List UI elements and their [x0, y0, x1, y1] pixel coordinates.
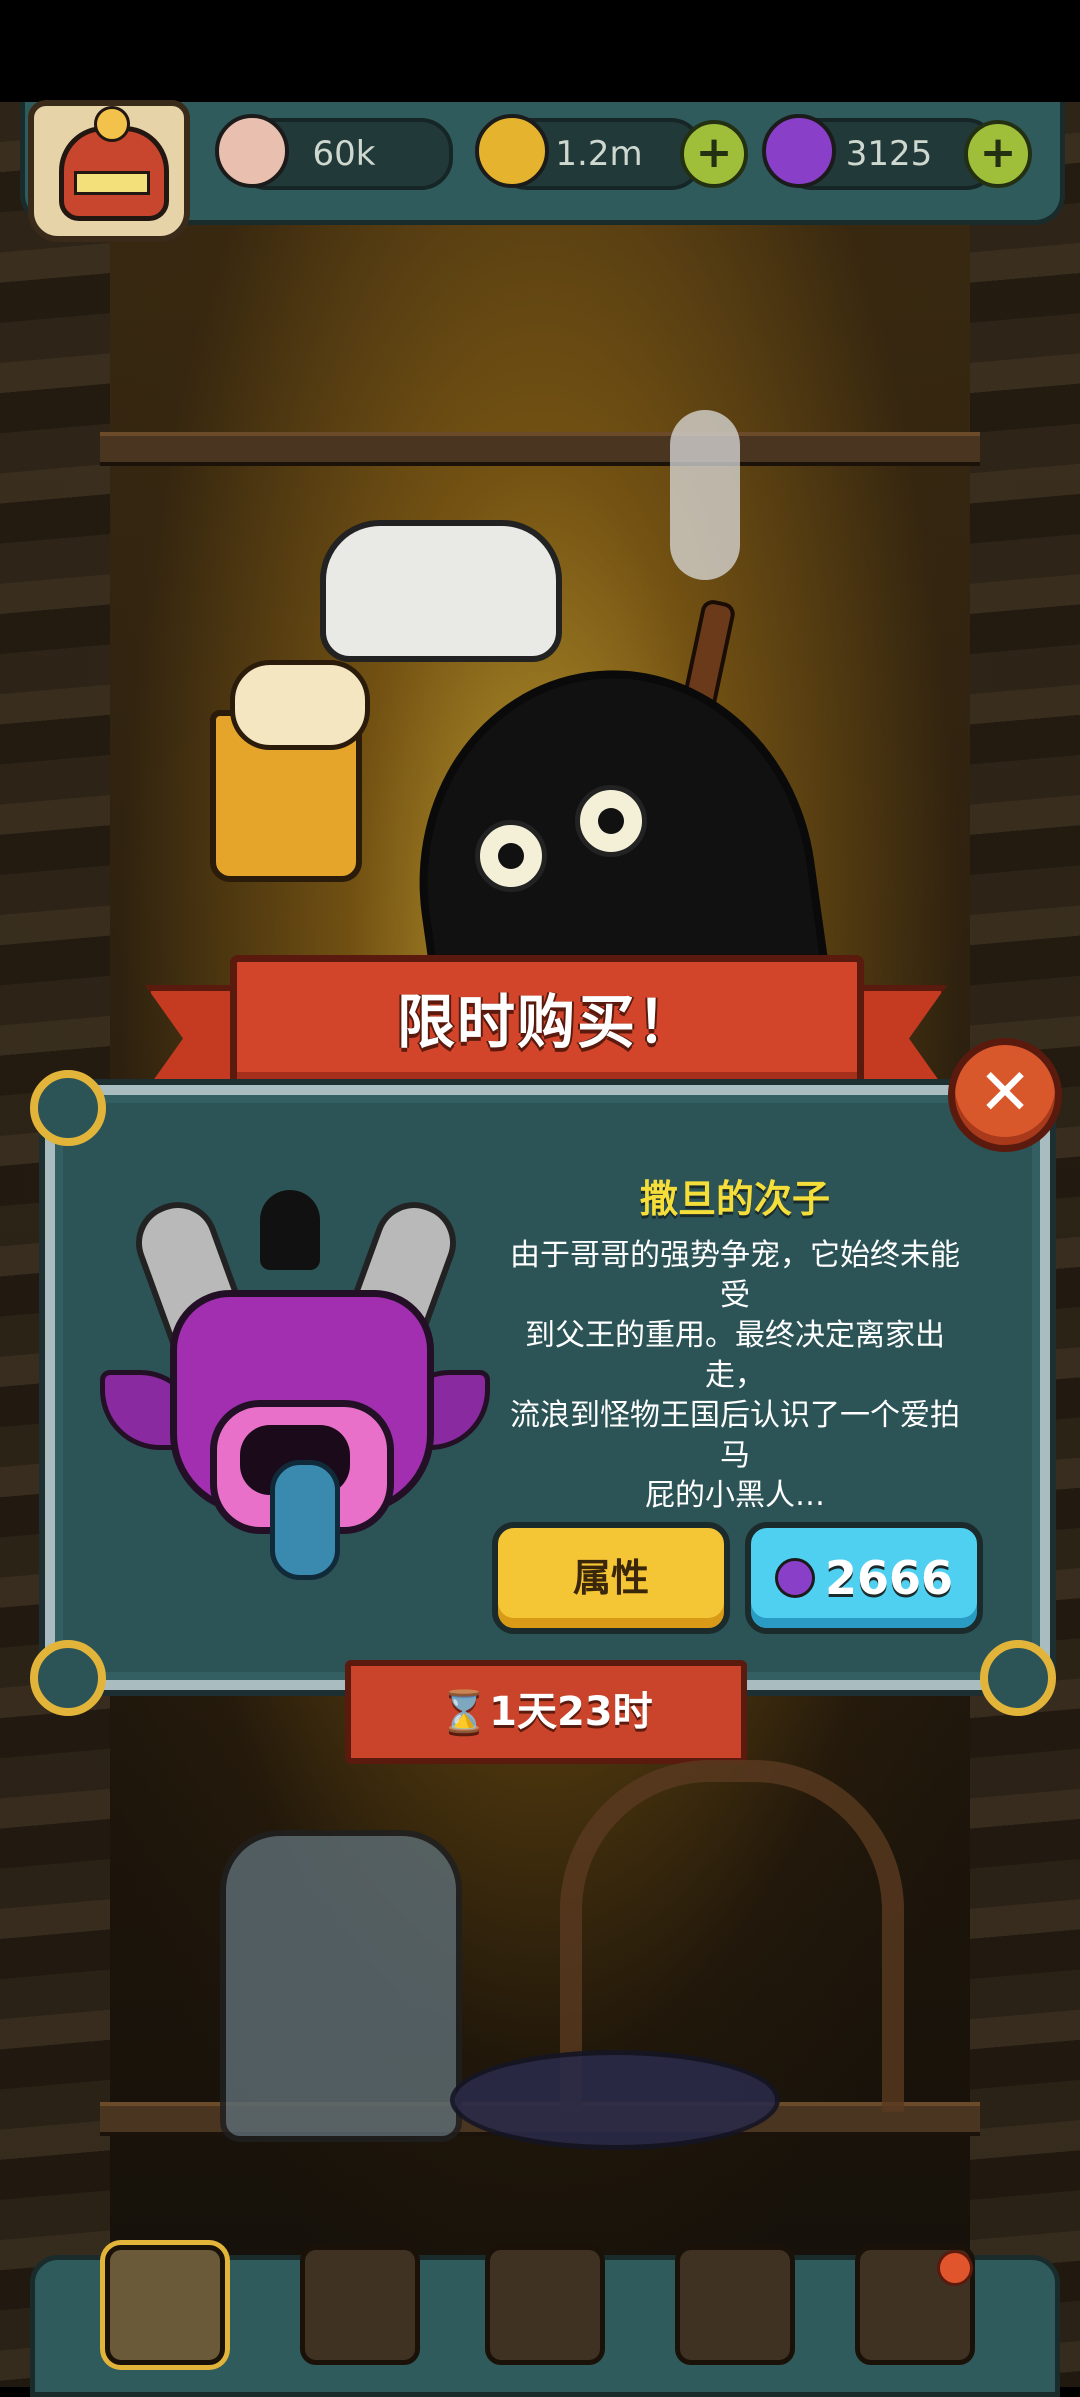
avatar-badge-icon [94, 106, 130, 142]
eye-icon [475, 820, 547, 892]
pet-description: 由于哥哥的强势争宠，它始终未能受 到父王的重用。最终决定离家出走， 流浪到怪物王… [510, 1238, 960, 1513]
chef-blob-illustration [190, 410, 845, 1132]
add-coin-button[interactable]: + [680, 120, 748, 188]
pet-tongue [270, 1460, 340, 1580]
panel-corner-ornament [30, 1070, 106, 1146]
eye-icon [575, 785, 647, 857]
notification-dot [937, 2250, 973, 2286]
panel-corner-ornament [30, 1640, 106, 1716]
panel-corner-ornament [980, 1640, 1056, 1716]
nav-book[interactable] [475, 2235, 605, 2365]
coin-icon [475, 114, 549, 188]
magic-rug [450, 2050, 780, 2150]
castle-icon [105, 2245, 225, 2365]
pet-portrait [100, 1180, 490, 1580]
add-potion-button[interactable]: + [964, 120, 1032, 188]
avatar-teeth [74, 171, 150, 195]
nav-castle[interactable] [95, 2235, 225, 2365]
offer-banner: 限时购买！ [230, 955, 864, 1089]
close-button[interactable]: ✕ [948, 1038, 1062, 1152]
nav-shop[interactable] [665, 2235, 795, 2365]
smoke-icon [670, 410, 740, 580]
gargoyle-statue [220, 1830, 462, 2142]
book-icon [485, 2245, 605, 2365]
floor-beam [100, 432, 980, 466]
buy-button[interactable]: 2666 [745, 1522, 983, 1634]
potion-icon [774, 1557, 815, 1598]
rider-icon [260, 1190, 320, 1270]
player-avatar[interactable] [28, 100, 190, 242]
nav-monsters[interactable] [290, 2235, 420, 2365]
price-label: 2666 [824, 1551, 954, 1605]
pet-name: 撒旦的次子 [639, 1177, 830, 1221]
potion-icon [762, 114, 836, 188]
beer-foam [230, 660, 370, 750]
chef-hat-icon [320, 520, 562, 662]
banner-title: 限时购买！ [396, 988, 697, 1056]
eyeball-icon [215, 114, 289, 188]
attributes-button[interactable]: 属性 [492, 1522, 730, 1634]
countdown-timer: ⌛1天23时 [345, 1660, 747, 1764]
monster-icon [300, 2245, 420, 2365]
money-bag-icon [675, 2245, 795, 2365]
